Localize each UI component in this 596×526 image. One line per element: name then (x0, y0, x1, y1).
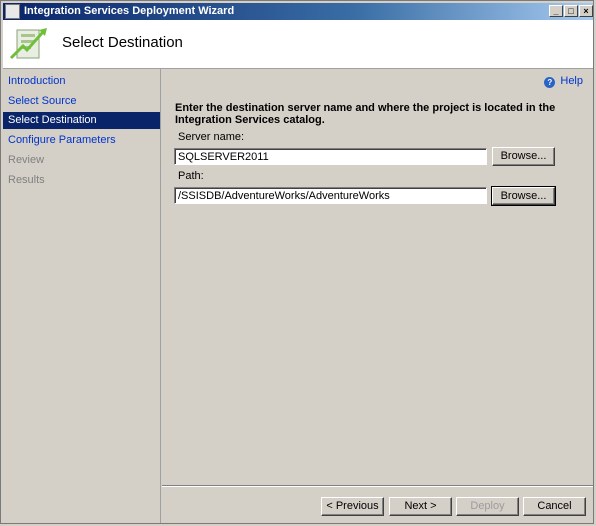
nav-item-results: Results (8, 174, 45, 186)
cancel-button[interactable]: Cancel (523, 497, 586, 516)
deploy-button: Deploy (456, 497, 519, 516)
previous-button[interactable]: < Previous (321, 497, 384, 516)
server-name-label: Server name: (178, 131, 245, 143)
nav-item-introduction[interactable]: Introduction (3, 73, 160, 90)
close-button[interactable]: × (579, 5, 593, 17)
app-icon (5, 4, 20, 19)
server-name-input[interactable] (174, 148, 487, 165)
server-browse-button[interactable]: Browse... (492, 147, 555, 166)
path-input[interactable] (174, 187, 487, 204)
deployment-wizard-icon (9, 28, 47, 60)
path-browse-button[interactable]: Browse... (491, 186, 556, 206)
title-bar[interactable]: Integration Services Deployment Wizard _… (3, 3, 593, 20)
footer-divider (162, 485, 593, 487)
next-button[interactable]: Next > (389, 497, 452, 516)
minimize-button[interactable]: _ (549, 5, 563, 17)
help-icon: ? (544, 77, 556, 88)
nav-item-review: Review (8, 154, 45, 166)
maximize-button[interactable]: □ (564, 5, 578, 17)
wizard-header: Select Destination (3, 20, 593, 69)
help-label: Help (560, 75, 583, 87)
help-link[interactable]: ? Help (544, 75, 583, 88)
page-title: Select Destination (62, 34, 183, 51)
wizard-window: Integration Services Deployment Wizard _… (0, 0, 594, 524)
nav-item-select-destination[interactable]: Select Destination (3, 112, 160, 129)
nav-item-select-source[interactable]: Select Source (3, 93, 160, 110)
wizard-nav: Introduction Select Source Select Destin… (3, 69, 161, 523)
nav-item-configure-parameters[interactable]: Configure Parameters (3, 132, 160, 149)
window-title: Integration Services Deployment Wizard (24, 5, 235, 17)
instruction-text: Enter the destination server name and wh… (175, 102, 556, 126)
path-label: Path: (178, 170, 204, 182)
main-panel: ? Help Enter the destination server name … (162, 69, 593, 523)
